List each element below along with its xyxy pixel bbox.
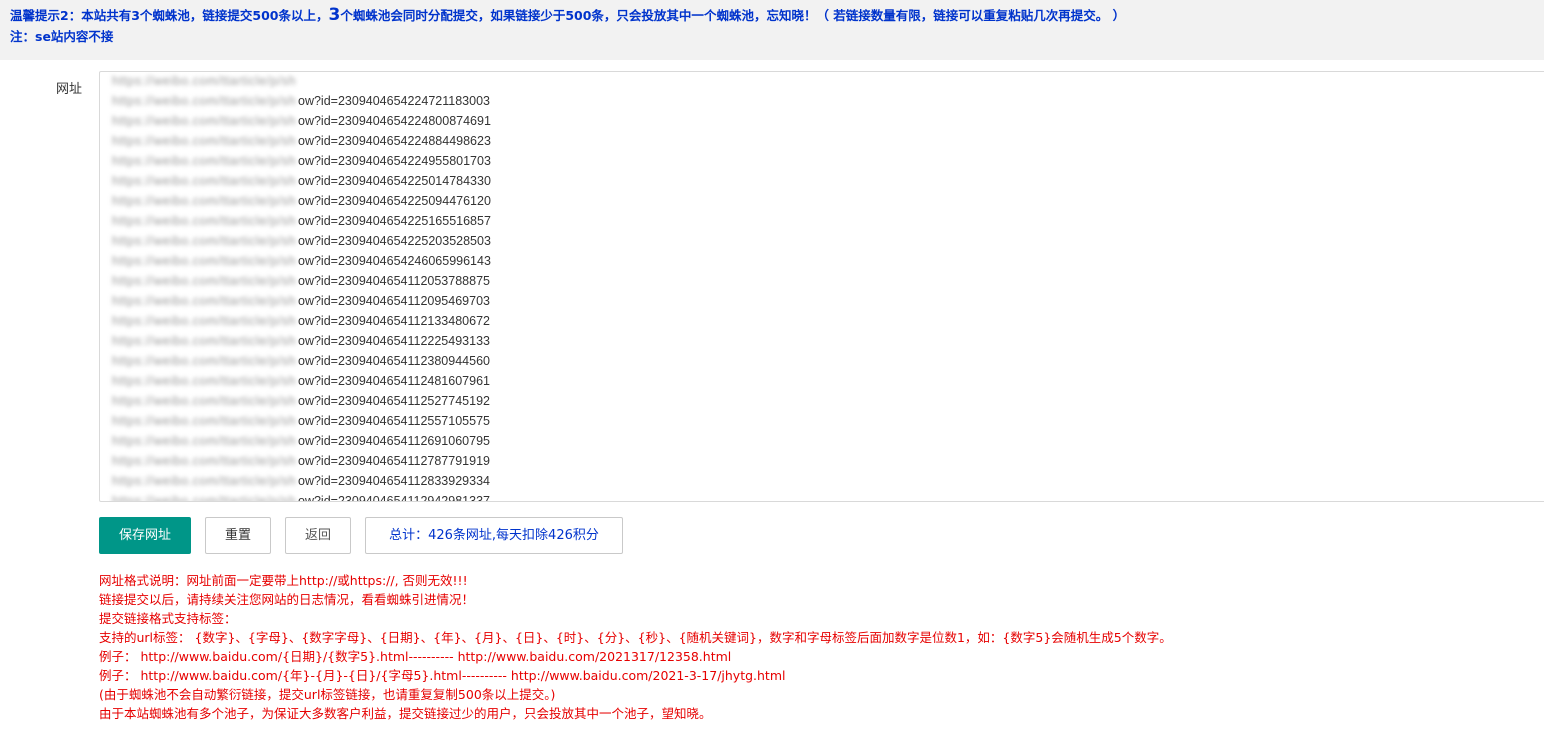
format-help: 网址格式说明：网址前面一定要带上http://或https://, 否则无效!!… (99, 571, 1172, 723)
url-line: https://weibo.com/ttarticle/p/sh ow?id=23… (112, 251, 491, 271)
url-line: https://weibo.com/ttarticle/p/sh ow?id=23… (112, 211, 491, 231)
blurred-url-prefix: https://weibo.com/ttarticle/p/sh (112, 234, 297, 248)
notice-text-part-2: 个蜘蛛池会同时分配提交，如果链接少于500条，只会投放其中一个蜘蛛池，忘知晓！（… (340, 8, 1126, 23)
save-urls-button[interactable]: 保存网址 (99, 517, 191, 554)
notice-text-part-1: 温馨提示2：本站共有3个蜘蛛池，链接提交500条以上， (10, 8, 329, 23)
blurred-url-prefix: https://weibo.com/ttarticle/p/sh (112, 374, 297, 388)
blurred-url-prefix: https://weibo.com/ttarticle/p/sh (112, 154, 297, 168)
url-line: https://weibo.com/ttarticle/p/sh ow?id=23… (112, 111, 491, 131)
blurred-url-prefix: https://weibo.com/ttarticle/p/sh (112, 454, 297, 468)
url-line: https://weibo.com/ttarticle/p/sh ow?id=23… (112, 311, 491, 331)
blurred-url-prefix: https://weibo.com/ttarticle/p/sh (112, 94, 297, 108)
blurred-url-prefix: https://weibo.com/ttarticle/p/sh (112, 434, 297, 448)
url-line: https://weibo.com/ttarticle/p/sh ow?id=23… (112, 331, 491, 351)
url-id-text: ow?id=2309404654112942981337 (298, 494, 490, 502)
help-line: 例子： http://www.baidu.com/{年}-{月}-{日}/{字母… (99, 668, 786, 683)
blurred-url-prefix: https://weibo.com/ttarticle/p/sh (112, 74, 297, 88)
url-id-text: ow?id=2309404654112557105575 (298, 414, 490, 428)
url-id-text: ow?id=2309404654112527745192 (298, 394, 490, 408)
url-line: https://weibo.com/ttarticle/p/sh ow?id=23… (112, 391, 491, 411)
blurred-url-prefix: https://weibo.com/ttarticle/p/sh (112, 474, 297, 488)
url-id-text: ow?id=2309404654224955801703 (298, 154, 491, 168)
url-line: https://weibo.com/ttarticle/p/sh ow?id=23… (112, 371, 491, 391)
help-line: 由于本站蜘蛛池有多个池子，为保证大多数客户利益，提交链接过少的用户，只会投放其中… (99, 706, 712, 721)
total-summary: 总计：426条网址,每天扣除426积分 (365, 517, 623, 554)
url-id-text: ow?id=2309404654224884498623 (298, 134, 491, 148)
url-line: https://weibo.com/ttarticle/p/sh ow?id=23… (112, 431, 491, 451)
notice-line-2: 注：se站内容不接 (10, 29, 114, 44)
url-line: https://weibo.com/ttarticle/p/sh ow?id=23… (112, 351, 491, 371)
url-id-text: ow?id=2309404654112481607961 (298, 374, 490, 388)
url-line: https://weibo.com/ttarticle/p/sh ow?id=23… (112, 271, 491, 291)
url-line: https://weibo.com/ttarticle/p/sh ow?id=23… (112, 231, 491, 251)
notice-banner: 温馨提示2：本站共有3个蜘蛛池，链接提交500条以上，3个蜘蛛池会同时分配提交，… (0, 0, 1544, 60)
url-id-text: ow?id=2309404654112380944560 (298, 354, 490, 368)
blurred-url-prefix: https://weibo.com/ttarticle/p/sh (112, 414, 297, 428)
url-id-text: ow?id=2309404654225014784330 (298, 174, 491, 188)
url-id-text: ow?id=2309404654112225493133 (298, 334, 490, 348)
blurred-url-prefix: https://weibo.com/ttarticle/p/sh (112, 174, 297, 188)
blurred-url-prefix: https://weibo.com/ttarticle/p/sh (112, 214, 297, 228)
blurred-url-prefix: https://weibo.com/ttarticle/p/sh (112, 194, 297, 208)
back-button[interactable]: 返回 (285, 517, 351, 554)
url-line-partial: https://weibo.com/ttarticle/p/sh (112, 72, 491, 91)
url-line: https://weibo.com/ttarticle/p/sh ow?id=23… (112, 91, 491, 111)
url-line: https://weibo.com/ttarticle/p/sh ow?id=23… (112, 171, 491, 191)
help-line: (由于蜘蛛池不会自动繁衍链接，提交url标签链接，也请重复复制500条以上提交。… (99, 687, 556, 702)
url-field-label: 网址 (56, 82, 83, 97)
url-line: https://weibo.com/ttarticle/p/sh ow?id=23… (112, 491, 491, 502)
blurred-url-prefix: https://weibo.com/ttarticle/p/sh (112, 294, 297, 308)
url-id-text: ow?id=2309404654112691060795 (298, 434, 490, 448)
blurred-url-prefix: https://weibo.com/ttarticle/p/sh (112, 134, 297, 148)
blurred-url-prefix: https://weibo.com/ttarticle/p/sh (112, 494, 297, 502)
blurred-url-prefix: https://weibo.com/ttarticle/p/sh (112, 254, 297, 268)
url-line: https://weibo.com/ttarticle/p/sh ow?id=23… (112, 471, 491, 491)
url-id-text: ow?id=2309404654112787791919 (298, 454, 490, 468)
notice-pool-count: 3 (328, 5, 341, 25)
url-id-text: ow?id=2309404654246065996143 (298, 254, 491, 268)
url-id-text: ow?id=2309404654224721183003 (298, 94, 490, 108)
url-id-text: ow?id=2309404654112133480672 (298, 314, 490, 328)
url-id-text: ow?id=2309404654225165516857 (298, 214, 491, 228)
help-line: 提交链接格式支持标签： (99, 611, 237, 626)
url-line: https://weibo.com/ttarticle/p/sh ow?id=23… (112, 151, 491, 171)
blurred-url-prefix: https://weibo.com/ttarticle/p/sh (112, 334, 297, 348)
reset-button[interactable]: 重置 (205, 517, 271, 554)
blurred-url-prefix: https://weibo.com/ttarticle/p/sh (112, 274, 297, 288)
url-id-text: ow?id=2309404654224800874691 (298, 114, 491, 128)
url-textarea[interactable]: https://weibo.com/ttarticle/p/sh https:/… (99, 71, 1544, 502)
help-line: 支持的url标签： {数字}、{字母}、{数字字母}、{日期}、{年}、{月}、… (99, 630, 1172, 645)
url-id-text: ow?id=2309404654225094476120 (298, 194, 491, 208)
blurred-url-prefix: https://weibo.com/ttarticle/p/sh (112, 394, 297, 408)
help-line: 例子： http://www.baidu.com/{日期}/{数字5}.html… (99, 649, 732, 664)
help-line: 链接提交以后，请持续关注您网站的日志情况，看看蜘蛛引进情况！ (99, 592, 475, 607)
blurred-url-prefix: https://weibo.com/ttarticle/p/sh (112, 314, 297, 328)
url-line: https://weibo.com/ttarticle/p/sh ow?id=23… (112, 291, 491, 311)
url-id-text: ow?id=2309404654112053788875 (298, 274, 490, 288)
url-id-text: ow?id=2309404654112095469703 (298, 294, 490, 308)
help-line: 网址格式说明：网址前面一定要带上http://或https://, 否则无效!!… (99, 573, 468, 588)
notice-line-1: 温馨提示2：本站共有3个蜘蛛池，链接提交500条以上，3个蜘蛛池会同时分配提交，… (10, 5, 1534, 26)
url-list: https://weibo.com/ttarticle/p/sh https:/… (112, 72, 491, 502)
url-line: https://weibo.com/ttarticle/p/sh ow?id=23… (112, 191, 491, 211)
url-line: https://weibo.com/ttarticle/p/sh ow?id=23… (112, 411, 491, 431)
url-line: https://weibo.com/ttarticle/p/sh ow?id=23… (112, 131, 491, 151)
url-line: https://weibo.com/ttarticle/p/sh ow?id=23… (112, 451, 491, 471)
url-id-text: ow?id=2309404654225203528503 (298, 234, 491, 248)
blurred-url-prefix: https://weibo.com/ttarticle/p/sh (112, 114, 297, 128)
blurred-url-prefix: https://weibo.com/ttarticle/p/sh (112, 354, 297, 368)
url-id-text: ow?id=2309404654112833929334 (298, 474, 490, 488)
